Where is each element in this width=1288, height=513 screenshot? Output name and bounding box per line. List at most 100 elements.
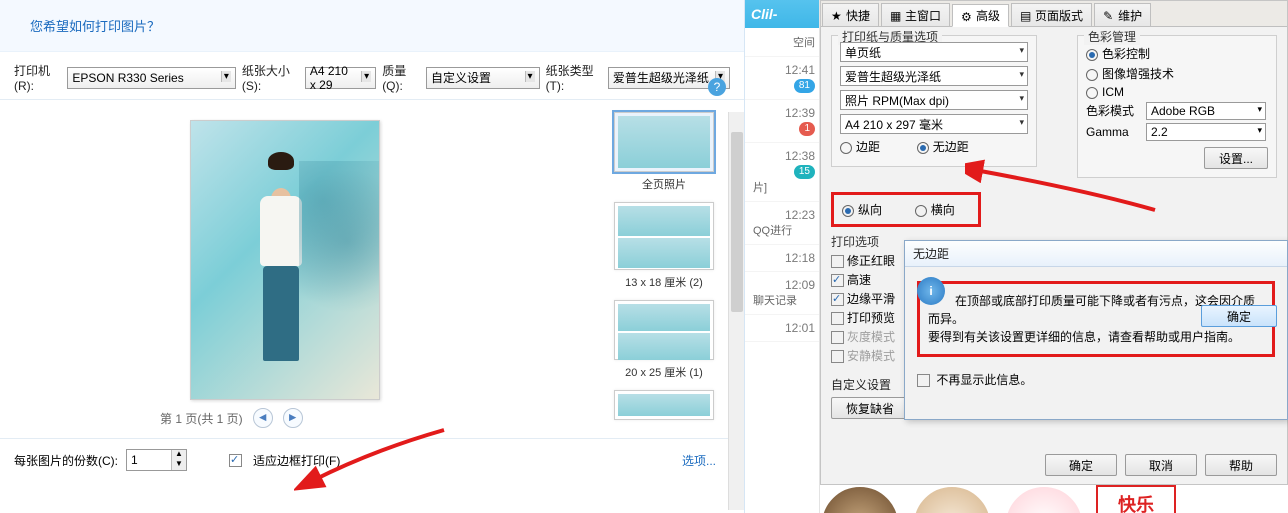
copies-stepper[interactable]: ▲▼ bbox=[126, 449, 187, 471]
tab-maintenance[interactable]: ✎维护 bbox=[1094, 3, 1151, 26]
quiet-mode-checkbox bbox=[831, 350, 844, 363]
avatar-text[interactable]: 快乐 bbox=[1096, 485, 1176, 513]
help-icon[interactable]: ? bbox=[708, 78, 726, 96]
chat-item-3[interactable]: 12:3815片] bbox=[745, 143, 819, 202]
driver-tabs: ★快捷 ▦主窗口 ⚙高级 ▤页面版式 ✎维护 bbox=[821, 1, 1287, 27]
driver-ok-button[interactable]: 确定 bbox=[1045, 454, 1117, 476]
avatar[interactable] bbox=[1004, 485, 1084, 513]
gamma-select[interactable]: 2.2 bbox=[1146, 123, 1266, 141]
tab-main[interactable]: ▦主窗口 bbox=[881, 3, 950, 26]
copies-input[interactable] bbox=[127, 450, 171, 470]
icm-radio[interactable] bbox=[1086, 87, 1098, 99]
pager-text: 第 1 页(共 1 页) bbox=[160, 410, 243, 427]
borderless-warning-dialog: 无边距 i 确定 在顶部或底部打印质量可能下降或者有污点，这会因介质而异。 要得… bbox=[904, 240, 1288, 420]
driver-help-button[interactable]: 帮助 bbox=[1205, 454, 1277, 476]
chat-space-label[interactable]: 空间 bbox=[789, 37, 815, 49]
fit-frame-checkbox[interactable] bbox=[229, 454, 242, 467]
tab-quick[interactable]: ★快捷 bbox=[822, 3, 879, 26]
grayscale-checkbox bbox=[831, 331, 844, 344]
gamma-label: Gamma bbox=[1086, 125, 1146, 139]
quality-label: 质量(Q): bbox=[382, 62, 420, 93]
print-preview-checkbox[interactable] bbox=[831, 312, 844, 325]
media-size-select[interactable]: A4 210 x 297 毫米 bbox=[840, 114, 1028, 134]
edge-smooth-checkbox[interactable] bbox=[831, 293, 844, 306]
copies-down[interactable]: ▼ bbox=[172, 460, 186, 470]
info-icon: i bbox=[917, 277, 945, 305]
tab-advanced[interactable]: ⚙高级 bbox=[952, 4, 1009, 27]
thumb-20x25[interactable]: 20 x 25 厘米 (1) bbox=[610, 300, 718, 380]
avatar[interactable] bbox=[820, 485, 900, 513]
pager-next-button[interactable]: ► bbox=[283, 408, 303, 428]
thumb-more[interactable] bbox=[610, 390, 718, 420]
wrench-icon: ✎ bbox=[1103, 9, 1115, 21]
chat-item-1[interactable]: 12:4181 bbox=[745, 57, 819, 100]
wizard-title: 您希望如何打印图片？ bbox=[0, 0, 744, 52]
thumb-20x25-label: 20 x 25 厘米 (1) bbox=[610, 364, 718, 380]
popup-ok-button[interactable]: 确定 bbox=[1201, 305, 1277, 327]
printer-config-row: 打印机(R): EPSON R330 Series 纸张大小(S): A4 21… bbox=[0, 52, 744, 99]
margin-label: 边距 bbox=[856, 140, 880, 154]
restore-defaults-button[interactable]: 恢复缺省 bbox=[831, 397, 909, 419]
fit-frame-label: 适应边框打印(F) bbox=[253, 452, 340, 469]
thumb-13x18[interactable]: 13 x 18 厘米 (2) bbox=[610, 202, 718, 290]
thumb-13x18-label: 13 x 18 厘米 (2) bbox=[610, 274, 718, 290]
popup-title: 无边距 bbox=[905, 241, 1287, 267]
color-control-radio[interactable] bbox=[1086, 49, 1098, 61]
print-quality-select[interactable]: 照片 RPM(Max dpi) bbox=[840, 90, 1028, 110]
wizard-scrollbar[interactable] bbox=[728, 112, 744, 510]
orientation-highlight: 纵向 横向 bbox=[831, 192, 981, 227]
dont-show-again-checkbox[interactable] bbox=[917, 374, 930, 387]
chat-item-7[interactable]: 12:01 bbox=[745, 315, 819, 342]
portrait-radio[interactable] bbox=[842, 205, 854, 217]
color-group-title: 色彩管理 bbox=[1084, 28, 1140, 45]
color-mode-label: 色彩模式 bbox=[1086, 102, 1146, 119]
badge-2: 1 bbox=[799, 122, 815, 136]
badge-3: 15 bbox=[794, 165, 815, 179]
driver-button-row: 确定 取消 帮助 bbox=[1045, 454, 1277, 476]
printer-label: 打印机(R): bbox=[14, 62, 61, 93]
color-settings-button[interactable]: 设置... bbox=[1204, 147, 1268, 169]
color-mode-select[interactable]: Adobe RGB bbox=[1146, 102, 1266, 120]
image-enhance-radio[interactable] bbox=[1086, 69, 1098, 81]
portrait-label: 纵向 bbox=[858, 203, 882, 217]
chat-item-6[interactable]: 12:09聊天记录 bbox=[745, 272, 819, 315]
star-icon: ★ bbox=[831, 9, 843, 21]
chat-item-5[interactable]: 12:18 bbox=[745, 245, 819, 272]
page-icon: ▤ bbox=[1020, 9, 1032, 21]
page-preview bbox=[190, 120, 380, 400]
badge-1: 81 bbox=[794, 79, 815, 93]
paper-size-label: 纸张大小(S): bbox=[242, 62, 299, 93]
printer-select[interactable]: EPSON R330 Series bbox=[67, 67, 236, 89]
thumb-full-page[interactable]: 全页照片 bbox=[610, 112, 718, 192]
media-type-select[interactable]: 爱普生超级光泽纸 bbox=[840, 66, 1028, 86]
gear-icon: ⚙ bbox=[961, 10, 973, 22]
print-pictures-wizard: 您希望如何打印图片？ 打印机(R): EPSON R330 Series 纸张大… bbox=[0, 0, 745, 513]
options-link[interactable]: 选项... bbox=[682, 452, 716, 469]
driver-cancel-button[interactable]: 取消 bbox=[1125, 454, 1197, 476]
landscape-label: 横向 bbox=[931, 203, 955, 217]
pager-prev-button[interactable]: ◄ bbox=[253, 408, 273, 428]
layout-thumbnails[interactable]: 全页照片 13 x 18 厘米 (2) 20 x 25 厘米 (1) bbox=[594, 100, 734, 440]
chat-brand: Clil- bbox=[745, 0, 819, 28]
pager: 第 1 页(共 1 页) ◄ ► bbox=[160, 408, 303, 428]
quality-select[interactable]: 自定义设置 bbox=[426, 67, 540, 89]
redeye-checkbox[interactable] bbox=[831, 255, 844, 268]
avatar[interactable] bbox=[912, 485, 992, 513]
avatar-strip: 快乐 bbox=[820, 485, 1190, 513]
copies-label: 每张图片的份数(C): bbox=[14, 452, 118, 469]
chat-item-2[interactable]: 12:391 bbox=[745, 100, 819, 143]
preview-area: 第 1 页(共 1 页) ◄ ► 全页照片 13 x 18 厘米 (2) 20 … bbox=[0, 99, 744, 439]
margin-radio[interactable] bbox=[840, 142, 852, 154]
paper-size-select[interactable]: A4 210 x 29 bbox=[305, 67, 376, 89]
tab-layout[interactable]: ▤页面版式 bbox=[1011, 3, 1092, 26]
landscape-radio[interactable] bbox=[915, 205, 927, 217]
paper-source-select[interactable]: 单页纸 bbox=[840, 42, 1028, 62]
wizard-footer: 每张图片的份数(C): ▲▼ 适应边框打印(F) 选项... bbox=[0, 439, 744, 481]
window-icon: ▦ bbox=[890, 9, 902, 21]
highspeed-checkbox[interactable] bbox=[831, 274, 844, 287]
borderless-radio[interactable] bbox=[917, 142, 929, 154]
chat-item-4[interactable]: 12:23QQ进行 bbox=[745, 202, 819, 245]
borderless-label: 无边距 bbox=[933, 140, 969, 154]
chat-sidebar: Clil- 空间 12:4181 12:391 12:3815片] 12:23Q… bbox=[745, 0, 820, 513]
color-management-group: 色彩管理 色彩控制 图像增强技术 ICM 色彩模式Adobe RGB Gamma… bbox=[1077, 35, 1277, 178]
